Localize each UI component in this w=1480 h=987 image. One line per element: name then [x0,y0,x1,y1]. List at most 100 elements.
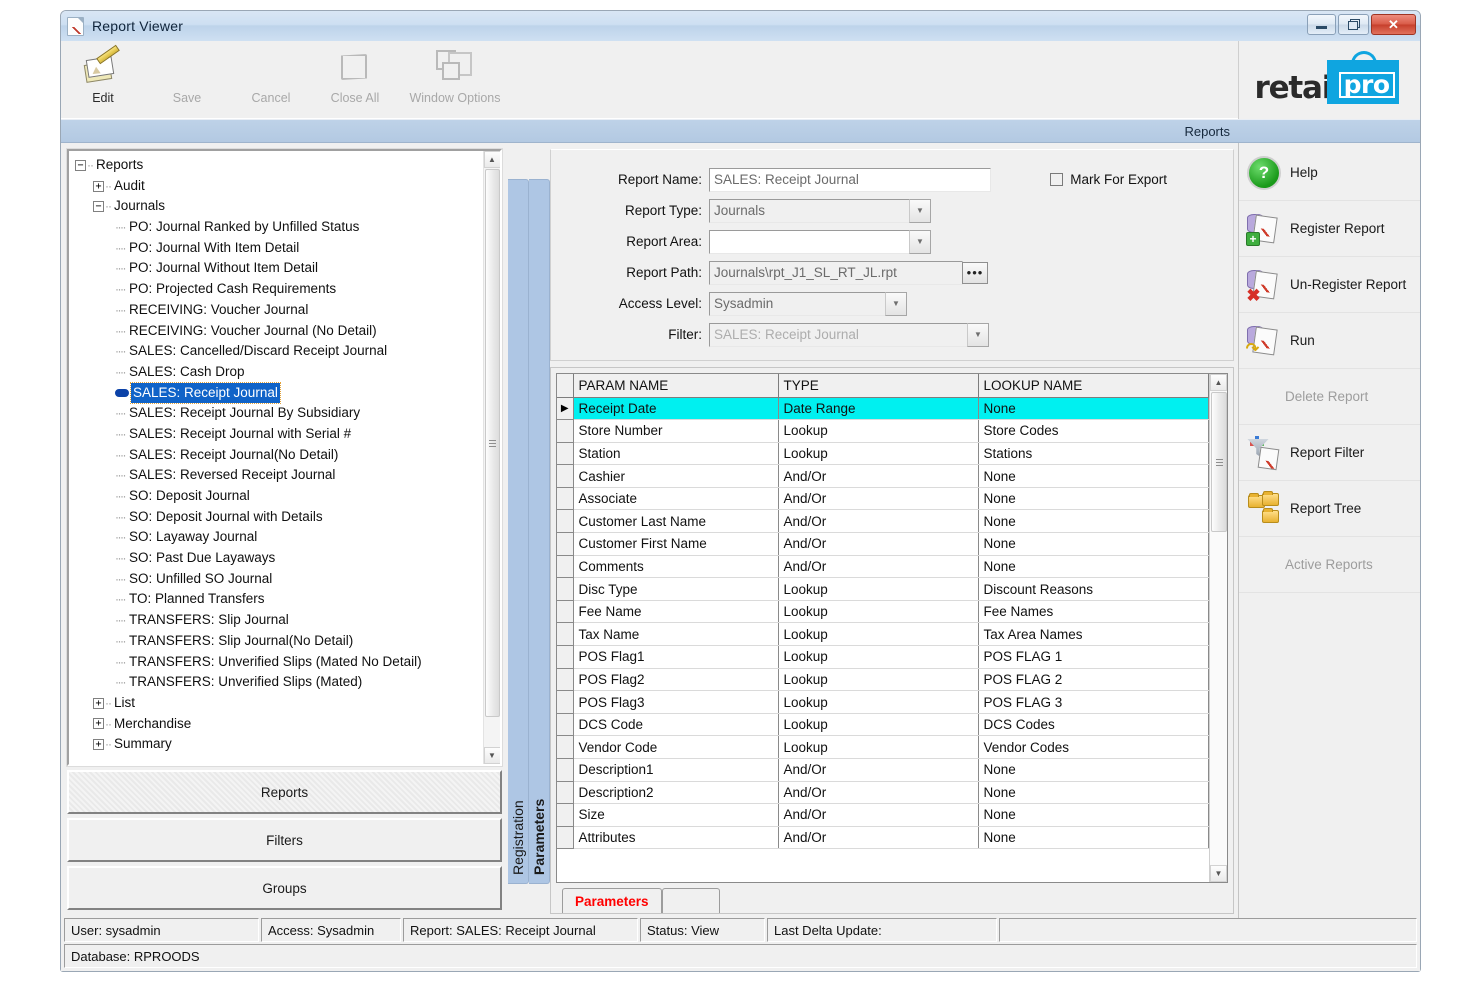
cell-param-name[interactable]: Vendor Code [573,735,779,759]
expand-icon[interactable]: + [93,697,104,709]
cell-lookup-name[interactable]: Vendor Codes [978,735,1209,759]
cell-type[interactable]: And/Or [778,509,979,534]
row-marker[interactable] [557,487,574,511]
row-marker[interactable] [557,803,574,827]
cell-lookup-name[interactable]: None [978,555,1209,579]
tree-item[interactable]: ···· SALES: Cash Drop [75,362,483,383]
row-marker[interactable] [557,509,574,534]
tree-item[interactable]: ···· SO: Layaway Journal [75,527,483,548]
tree-item[interactable]: ···· RECEIVING: Voucher Journal [75,300,483,321]
tree-item[interactable]: ···· SALES: Receipt Journal By Subsidiary [75,403,483,424]
report-name-input[interactable]: SALES: Receipt Journal [709,167,991,192]
tree-item[interactable]: ···· SO: Unfilled SO Journal [75,569,483,590]
table-row[interactable]: Cashier And/Or None [557,464,1209,488]
tree-item[interactable]: ···· SO: Past Due Layaways [75,548,483,569]
mark-for-export-row[interactable]: Mark For Export [1050,172,1167,187]
cell-param-name[interactable]: POS Flag3 [573,690,779,714]
cell-param-name[interactable]: Station [573,442,779,466]
row-marker[interactable] [557,826,574,850]
row-marker[interactable] [557,668,574,692]
tree-item[interactable]: ···· TRANSFERS: Unverified Slips (Mated N… [75,652,483,673]
cell-lookup-name[interactable]: Tax Area Names [978,622,1209,647]
left-button-groups[interactable]: Groups [67,866,502,910]
report-area-combo[interactable]: ▼ [709,229,931,254]
table-row[interactable]: DCS Code Lookup DCS Codes [557,713,1209,737]
row-marker[interactable] [557,622,574,647]
table-row[interactable]: Customer First Name And/Or None [557,532,1209,556]
toolbar-cancel-button[interactable]: Cancel [229,45,313,119]
cell-type[interactable]: Lookup [778,735,979,759]
cell-param-name[interactable]: DCS Code [573,713,779,737]
cell-type[interactable]: And/Or [778,826,979,850]
tree-item[interactable]: ···· SALES: Receipt Journal(No Detail) [75,445,483,466]
row-marker[interactable] [557,781,574,805]
cell-param-name[interactable]: Tax Name [573,622,779,647]
filter-combo[interactable]: SALES: Receipt Journal ▼ [709,322,989,347]
column-type[interactable]: TYPE [778,374,979,398]
tree-item[interactable]: ···· SO: Deposit Journal [75,486,483,507]
tree-item[interactable]: ···· SALES: Reversed Receipt Journal [75,465,483,486]
browse-path-button[interactable]: ••• [962,261,988,284]
tree-item[interactable]: ···· PO: Journal Without Item Detail [75,258,483,279]
chevron-down-icon[interactable]: ▼ [909,229,931,254]
row-marker[interactable] [557,555,574,579]
cell-type[interactable]: Lookup [778,419,979,443]
table-row[interactable]: Vendor Code Lookup Vendor Codes [557,735,1209,759]
row-marker[interactable] [557,690,574,714]
toolbar-close-all-button[interactable]: Close All [313,45,397,119]
table-row[interactable]: Associate And/Or None [557,487,1209,511]
cell-param-name[interactable]: Description2 [573,781,779,805]
table-row[interactable]: ▶ Receipt Date Date Range None [557,397,1209,421]
access-level-combo[interactable]: Sysadmin ▼ [709,291,907,316]
scroll-up-button[interactable]: ▲ [1210,374,1227,391]
cell-param-name[interactable]: Comments [573,555,779,579]
cell-type[interactable]: Date Range [778,397,979,421]
cell-type[interactable]: Lookup [778,442,979,466]
scroll-down-button[interactable]: ▼ [483,747,500,764]
cell-type[interactable]: Lookup [778,645,979,669]
row-marker[interactable] [557,713,574,737]
tree-item[interactable]: ···· TRANSFERS: Slip Journal [75,610,483,631]
chevron-down-icon[interactable]: ▼ [885,291,907,316]
cell-param-name[interactable]: Associate [573,487,779,511]
cell-param-name[interactable]: Disc Type [573,577,779,601]
cell-lookup-name[interactable]: None [978,509,1209,534]
table-row[interactable]: Customer Last Name And/Or None [557,509,1209,534]
cell-lookup-name[interactable]: None [978,803,1209,827]
row-marker[interactable] [557,600,574,624]
cell-param-name[interactable]: Receipt Date [573,397,779,421]
cell-type[interactable]: And/Or [778,758,979,782]
cell-lookup-name[interactable]: DCS Codes [978,713,1209,737]
expand-icon[interactable]: + [93,180,104,192]
cell-lookup-name[interactable]: None [978,397,1209,421]
toolbar-window-options-button[interactable]: Window Options [397,45,513,119]
cell-param-name[interactable]: Store Number [573,419,779,443]
table-row[interactable]: POS Flag3 Lookup POS FLAG 3 [557,690,1209,714]
cell-type[interactable]: And/Or [778,781,979,805]
tree-item[interactable]: − ·· Journals [75,196,483,217]
table-row[interactable]: Description1 And/Or None [557,758,1209,782]
restore-button[interactable] [1338,14,1369,35]
cell-lookup-name[interactable]: None [978,826,1209,850]
scroll-down-button[interactable]: ▼ [1210,865,1227,882]
tree-root-reports[interactable]: − ·· Reports [75,155,483,176]
tree-item-selected[interactable]: SALES: Receipt Journal [75,381,483,405]
cell-type[interactable]: Lookup [778,622,979,647]
bottom-tab-parameters[interactable]: Parameters [562,888,662,913]
cell-lookup-name[interactable]: Stations [978,442,1209,466]
row-marker[interactable] [557,645,574,669]
tree-item[interactable]: ···· RECEIVING: Voucher Journal (No Detai… [75,321,483,342]
cell-lookup-name[interactable]: Fee Names [978,600,1209,624]
table-row[interactable]: Description2 And/Or None [557,781,1209,805]
cell-type[interactable]: And/Or [778,487,979,511]
close-button[interactable]: ✕ [1371,14,1416,35]
cell-lookup-name[interactable]: POS FLAG 1 [978,645,1209,669]
expand-icon[interactable]: + [93,739,104,751]
cell-type[interactable]: Lookup [778,577,979,601]
cell-lookup-name[interactable]: Store Codes [978,419,1209,443]
tree-item[interactable]: ···· SO: Deposit Journal with Details [75,507,483,528]
left-button-reports[interactable]: Reports [67,770,502,814]
expand-icon[interactable]: + [93,718,104,730]
cell-param-name[interactable]: Size [573,803,779,827]
cell-param-name[interactable]: POS Flag1 [573,645,779,669]
